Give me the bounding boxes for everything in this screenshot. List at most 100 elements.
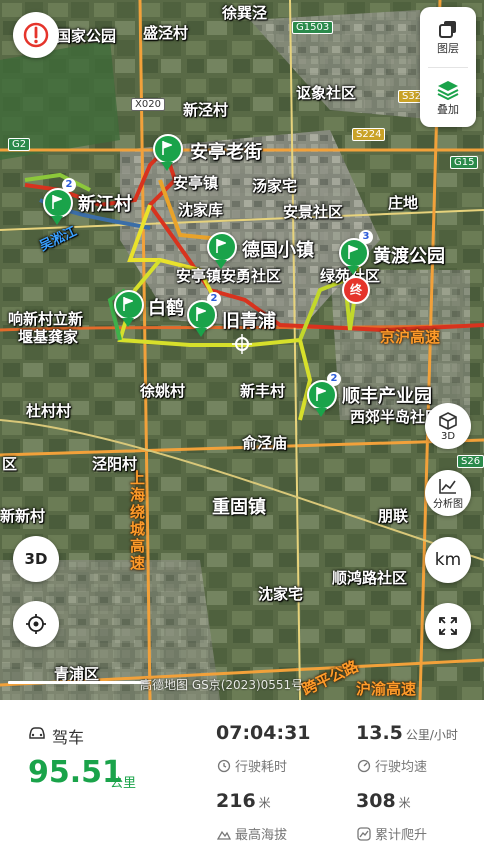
place-label: 盛泾村 — [143, 24, 189, 42]
place-label: 朋联 — [378, 507, 409, 525]
fullscreen-button[interactable] — [425, 603, 471, 649]
unit-toggle-button[interactable]: km — [425, 537, 471, 583]
place-label: 新泾村 — [183, 101, 229, 119]
layer-panel: 图层 叠加 — [420, 7, 476, 127]
flag-icon — [196, 307, 206, 321]
avg-speed-label: 行驶均速 — [375, 760, 428, 775]
map-watermark: 高德地图 GS京(2023)0551号 — [140, 678, 304, 692]
place-label: 徐巽泾 — [222, 4, 268, 22]
avg-speed-stat: 13.5 公里/小时 — [356, 722, 458, 744]
duration-label: 行驶耗时 — [235, 760, 288, 775]
place-label: 讴象社区 — [296, 84, 357, 102]
place-label: 徐姚村 — [140, 382, 186, 400]
avg-speed-unit: 公里/小时 — [405, 728, 458, 742]
road-shield: G2 — [8, 138, 31, 151]
3d-view-button[interactable]: 3D — [425, 403, 471, 449]
start-marker — [232, 334, 252, 354]
report-button[interactable] — [13, 12, 59, 58]
car-icon — [29, 727, 45, 739]
climb-caption: 累计爬升 — [357, 824, 427, 843]
place-label: 黄渡公园 — [373, 246, 445, 267]
place-label: 新新村 — [0, 507, 46, 525]
chart-icon — [439, 478, 456, 494]
pin-count-badge: 2 — [207, 292, 221, 306]
overlay-icon — [437, 81, 459, 101]
road-shield: S224 — [352, 128, 386, 141]
road-label: 京沪高速 — [380, 328, 441, 346]
road-shield: S26 — [457, 455, 484, 468]
max-alt-unit: 米 — [258, 796, 271, 810]
place-label: 顺丰产业园 — [342, 386, 432, 407]
climb-value: 308 — [356, 790, 396, 812]
flag-icon — [216, 239, 226, 253]
place-label: 安景社区 — [283, 203, 344, 221]
place-label: 新丰村 — [240, 382, 286, 400]
locate-icon — [26, 614, 46, 634]
place-label: 安亭老街 — [190, 142, 262, 163]
place-label: 旧青浦 — [222, 311, 276, 332]
layers-icon — [439, 21, 456, 38]
place-label: 顺鸿路社区 — [332, 569, 408, 587]
climb-icon — [357, 826, 371, 841]
distance-unit: 公里 — [110, 776, 137, 791]
3d-toggle-button[interactable]: 3D — [13, 536, 59, 582]
place-label: 白鹤 — [148, 298, 184, 319]
place-label: 区 — [2, 455, 18, 473]
duration-stat: 07:04:31 — [216, 722, 311, 744]
map-view[interactable]: 徐巽泾 盛泾村 国家公园 新泾村 讴象社区 安亭老街 安亭镇 汤家宅 安景社区 … — [0, 0, 484, 700]
place-label: 国家公园 — [56, 27, 117, 45]
place-label: 庄地 — [388, 194, 419, 212]
place-label: 安亭镇安勇社区 — [176, 267, 282, 285]
road-shield: G1503 — [292, 21, 334, 34]
clock-icon — [217, 759, 231, 772]
travel-mode-label: 驾车 — [52, 728, 85, 747]
max-alt-stat: 216 米 — [216, 790, 271, 812]
road-shield: X020 — [131, 98, 165, 111]
track-pin[interactable] — [114, 290, 144, 327]
flag-icon — [162, 141, 172, 155]
place-label: 德国小镇 — [242, 240, 314, 261]
avg-speed-value: 13.5 — [356, 722, 403, 744]
track-pin[interactable] — [43, 188, 73, 225]
climb-label: 累计爬升 — [375, 828, 428, 843]
flag-icon — [52, 195, 62, 209]
flag-icon — [123, 297, 133, 311]
3d-label: 3D — [440, 430, 456, 442]
place-label: 重固镇 — [212, 497, 266, 518]
climb-stat: 308 米 — [356, 790, 411, 812]
place-label: 俞泾庙 — [242, 434, 288, 452]
layers-label: 图层 — [437, 42, 459, 55]
overlay-label: 叠加 — [437, 103, 459, 116]
climb-unit: 米 — [398, 796, 411, 810]
road-label: 沪渝高速 — [356, 680, 417, 698]
overlay-button[interactable]: 叠加 — [420, 68, 476, 128]
layers-button[interactable]: 图层 — [420, 7, 476, 67]
max-alt-label: 最高海拔 — [235, 828, 288, 843]
place-label: 杜村村 — [26, 402, 72, 420]
analysis-chart-button[interactable]: 分析图 — [425, 470, 471, 516]
locate-button[interactable] — [13, 601, 59, 647]
track-pin[interactable] — [153, 134, 183, 171]
alert-icon — [23, 22, 49, 48]
flag-icon — [316, 387, 326, 401]
speed-icon — [357, 759, 371, 772]
track-pin[interactable] — [207, 232, 237, 269]
pin-count-badge: 3 — [359, 230, 373, 244]
flag-icon — [348, 245, 358, 259]
place-label: 沈家库 — [178, 201, 224, 219]
place-label: 新江村 — [78, 194, 132, 215]
max-alt-value: 216 — [216, 790, 256, 812]
pin-count-badge: 2 — [62, 178, 76, 192]
max-alt-caption: 最高海拔 — [217, 824, 287, 843]
mountain-icon — [217, 830, 231, 840]
cube-icon — [439, 411, 457, 430]
pin-count-badge: 2 — [327, 372, 341, 386]
duration-caption: 行驶耗时 — [217, 756, 287, 775]
road-shield: G15 — [450, 156, 479, 169]
place-label: 汤家宅 — [252, 177, 298, 195]
duration-value: 07:04:31 — [216, 722, 311, 744]
fullscreen-icon — [439, 617, 457, 635]
end-marker[interactable]: 终 — [342, 276, 370, 304]
place-label: 安亭镇 — [173, 174, 219, 192]
scale-bar — [8, 681, 148, 684]
